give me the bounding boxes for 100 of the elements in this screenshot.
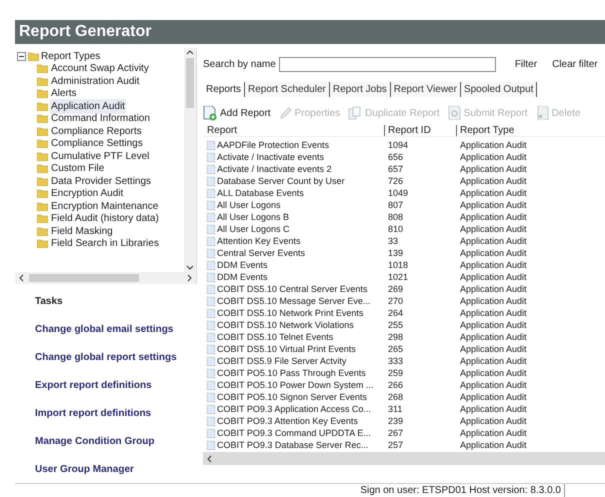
column-header[interactable]: Report	[203, 125, 385, 136]
tree-item[interactable]: Cumulative PTF Level	[50, 148, 150, 164]
table-cell-text: 139	[387, 247, 404, 259]
table-cell-text: 268	[387, 391, 404, 403]
table-cell-text: 269	[387, 283, 404, 295]
task-link[interactable]: Manage Condition Group	[35, 434, 197, 449]
table-cell-text: 726	[387, 175, 404, 187]
table-cell-text: 33	[387, 235, 400, 247]
table-cell: COBIT DS5.10 Network Violations	[217, 319, 354, 331]
table-cell: All User Logons C	[217, 223, 290, 235]
scroll-left-icon[interactable]	[17, 274, 25, 282]
table-cell-text: Application Audit	[459, 439, 528, 451]
folder-icon	[37, 76, 48, 86]
copy-icon	[348, 106, 362, 120]
table-cell-text: 808	[387, 211, 404, 223]
tree-item[interactable]: Field Audit (history data)	[50, 211, 160, 226]
table-cell: Attention Key Events	[217, 235, 301, 247]
tree-item[interactable]: Compliance Settings	[50, 136, 144, 152]
table-cell-text: 298	[387, 331, 404, 343]
table-cell-text: Application Audit	[459, 283, 528, 295]
tab[interactable]: Report Scheduler	[245, 82, 330, 96]
clear-filter-button[interactable]: Clear filter	[552, 56, 598, 72]
table-cell-text: 333	[387, 355, 404, 367]
search-field[interactable]	[278, 56, 496, 72]
table-cell: COBIT PO9.3 Application Access Co...	[217, 403, 371, 415]
tree-item[interactable]: Data Provider Settings	[50, 174, 152, 189]
table-cell: Database Server Count by User	[217, 175, 345, 187]
scroll-up-icon[interactable]	[186, 48, 194, 56]
column-header[interactable]: Report ID	[385, 125, 457, 136]
scroll-thumb[interactable]	[186, 58, 194, 108]
table-cell: COBIT DS5.10 Telnet Events	[217, 331, 334, 343]
delete-document-icon	[536, 106, 549, 120]
table-cell-text: Application Audit	[459, 343, 528, 355]
table-cell-text: 264	[387, 307, 404, 319]
table-cell-text: Application Audit	[459, 415, 528, 427]
folder-icon	[37, 102, 48, 111]
window-title: Report Generator	[15, 20, 605, 44]
toolbar-button[interactable]: Add Report	[203, 106, 271, 120]
status-text: Sign on user: ETSPD01 Host version: 8.3.0.0	[360, 484, 565, 497]
task-link[interactable]: Export report definitions	[35, 378, 197, 393]
tree-item[interactable]: Field Search in Libraries	[50, 236, 160, 252]
table-cell: Central Server Events	[217, 247, 306, 259]
task-link[interactable]: Change global report settings	[35, 350, 197, 365]
folder-icon	[28, 52, 39, 61]
table-cell-text: Application Audit	[459, 271, 528, 283]
table-cell: AAPDFile Protection Events	[217, 139, 330, 151]
horizontal-scrollbar[interactable]	[203, 452, 605, 465]
tree-item[interactable]: Encryption Audit	[50, 186, 124, 202]
table-cell-text: 1018	[387, 259, 410, 271]
table-cell: All User Logons B	[217, 211, 290, 223]
tree-item[interactable]: Encryption Maintenance	[50, 198, 160, 214]
table-cell: Activate / Inactivate events 2	[217, 163, 332, 175]
table-cell-text: 656	[387, 151, 404, 163]
scroll-right-icon[interactable]	[186, 274, 194, 282]
table-cell-text: Application Audit	[459, 211, 528, 223]
tree-item[interactable]: Administration Audit	[50, 74, 140, 89]
table-cell-text: Application Audit	[459, 259, 528, 271]
folder-icon	[37, 226, 48, 236]
tab[interactable]: Report Viewer	[390, 82, 461, 96]
folder-icon	[37, 164, 48, 174]
table-cell-text: Application Audit	[459, 379, 528, 391]
task-link[interactable]: User Group Manager	[35, 462, 197, 477]
tree-item[interactable]: Custom File	[50, 161, 106, 176]
tree-item[interactable]: Application Audit	[50, 98, 126, 114]
filter-button[interactable]: Filter	[514, 56, 538, 72]
task-link[interactable]: Change global email settings	[35, 322, 197, 337]
table-cell-text: Application Audit	[459, 355, 528, 367]
folder-icon	[37, 214, 48, 224]
table-cell: COBIT PO5.10 Signon Server Events	[217, 391, 367, 403]
table-cell-text: 1021	[387, 271, 410, 283]
table-cell-text: Application Audit	[459, 295, 528, 307]
table-cell: COBIT PO9.3 Database Server Rec...	[217, 439, 368, 451]
scroll-thumb[interactable]	[29, 274, 139, 282]
tab[interactable]: Spooled Output	[460, 82, 538, 96]
tasks-heading: Tasks	[35, 295, 64, 309]
table-cell-text: Application Audit	[459, 427, 528, 439]
tree-item[interactable]: Account Swap Activity	[50, 61, 150, 76]
table-cell-text: Application Audit	[459, 307, 528, 319]
folder-icon	[37, 126, 48, 136]
tree-item[interactable]: Command Information	[50, 111, 151, 126]
vertical-scrollbar[interactable]	[184, 48, 196, 272]
folder-icon	[37, 202, 48, 211]
tree-item[interactable]: Compliance Reports	[50, 124, 143, 139]
table-cell: Activate / Inactivate events	[217, 151, 324, 163]
scroll-left-icon[interactable]	[205, 454, 213, 462]
horizontal-scrollbar[interactable]	[15, 272, 196, 284]
folder-icon	[37, 152, 48, 161]
scroll-down-icon[interactable]	[186, 264, 194, 272]
tree-item[interactable]: Report Types	[41, 48, 100, 64]
folder-icon	[37, 139, 48, 148]
collapse-icon[interactable]	[17, 52, 26, 61]
table-cell: DDM Events	[217, 259, 268, 271]
tree-item[interactable]: Field Masking	[50, 224, 114, 239]
tab[interactable]: Report Jobs	[330, 82, 391, 96]
task-link[interactable]: Import report definitions	[35, 406, 197, 421]
pencil-icon	[278, 106, 292, 120]
table-cell-text: Application Audit	[459, 223, 528, 235]
tree-item[interactable]: Alerts	[50, 86, 78, 102]
column-header[interactable]: Report Type	[457, 125, 605, 136]
table-cell-text: 657	[387, 163, 404, 175]
